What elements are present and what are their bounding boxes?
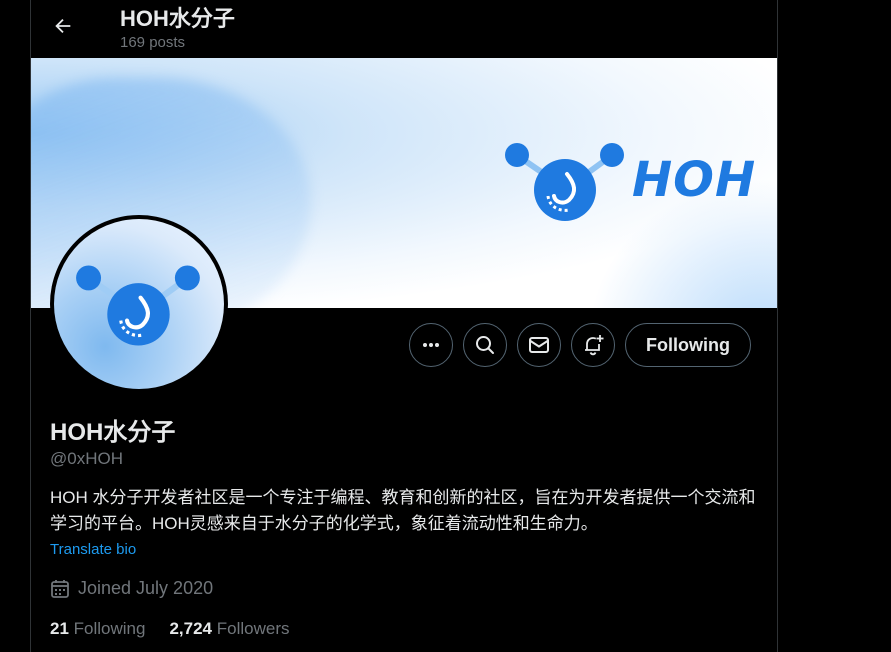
- search-icon: [476, 336, 494, 354]
- top-bar: HOH水分子 169 posts: [31, 0, 777, 58]
- profile-bio: HOH 水分子开发者社区是一个专注于编程、教育和创新的社区，旨在为开发者提供一个…: [50, 488, 756, 533]
- more-dots-icon: [423, 343, 439, 347]
- joined-text: Joined July 2020: [78, 578, 214, 598]
- following-label: Following: [73, 619, 146, 638]
- post-count: 169 posts: [120, 34, 186, 51]
- followers-count: 2,724: [169, 619, 213, 638]
- message-button[interactable]: [517, 323, 561, 367]
- following-count-link[interactable]: 21 Following: [50, 619, 145, 639]
- profile-handle: @0xHOH: [50, 449, 123, 468]
- arrow-left-icon: [55, 18, 71, 34]
- profile-actions: Following: [409, 323, 751, 369]
- bell-plus-icon: [585, 335, 604, 356]
- profile-name: HOH水分子: [50, 419, 176, 446]
- notifications-button[interactable]: [571, 323, 615, 367]
- follow-stats: 21 Following 2,724 Followers: [50, 619, 290, 639]
- profile-column: HOH水分子 169 posts HOH Following HOH水分子 @0…: [30, 0, 778, 652]
- more-button[interactable]: [409, 323, 453, 367]
- water-molecule-logo: [505, 143, 624, 221]
- banner-brand-text: HOH: [632, 152, 757, 208]
- search-button[interactable]: [463, 323, 507, 367]
- followers-label: Followers: [216, 619, 290, 638]
- joined-date: Joined July 2020: [50, 578, 213, 599]
- following-button[interactable]: Following: [625, 323, 751, 367]
- avatar-image: [54, 219, 224, 389]
- water-molecule-logo: [76, 265, 200, 346]
- back-button[interactable]: [45, 8, 81, 44]
- following-count: 21: [50, 619, 69, 638]
- mail-icon: [529, 337, 549, 353]
- avatar[interactable]: [50, 215, 228, 393]
- translate-bio-link[interactable]: Translate bio: [50, 541, 136, 558]
- calendar-icon: [51, 579, 69, 598]
- page-title: HOH水分子: [120, 6, 235, 31]
- followers-count-link[interactable]: 2,724 Followers: [169, 619, 289, 639]
